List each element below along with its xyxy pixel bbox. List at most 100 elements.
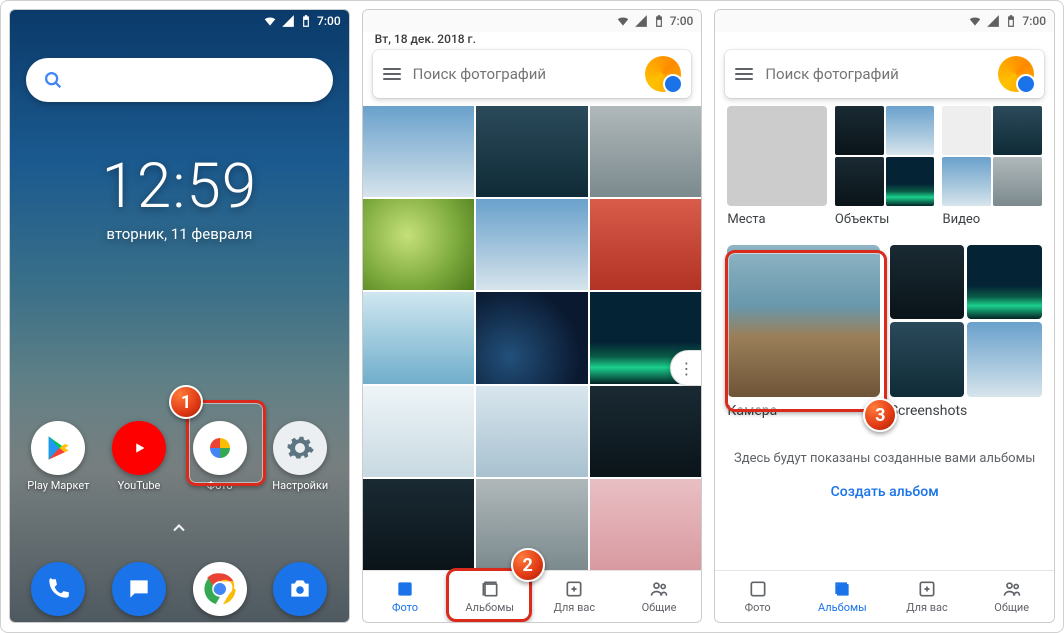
- search-bar[interactable]: Поиск фотографий: [725, 50, 1044, 98]
- app-label: Настройки: [272, 479, 328, 492]
- dock-camera[interactable]: [264, 562, 336, 616]
- dock-chrome[interactable]: [184, 562, 256, 616]
- category-label: Объекты: [835, 212, 935, 227]
- photo-thumbnail[interactable]: [476, 386, 588, 477]
- fast-scroll-handle[interactable]: ⋮: [670, 350, 702, 386]
- nav-albums[interactable]: Альбомы: [800, 571, 885, 622]
- nav-label: Общие: [994, 601, 1029, 614]
- category-row: Места Объекты Видео: [727, 106, 1042, 227]
- nav-photos[interactable]: Фото: [363, 571, 448, 622]
- album-label: Камера: [727, 403, 879, 419]
- nav-shared[interactable]: Общие: [617, 571, 702, 622]
- photo-thumbnail[interactable]: [363, 292, 475, 383]
- nav-label: Альбомы: [818, 601, 867, 614]
- signal-icon: [634, 14, 648, 28]
- messages-icon: [112, 562, 166, 616]
- photo-thumbnail[interactable]: [363, 386, 475, 477]
- nav-albums[interactable]: Альбомы: [447, 571, 532, 622]
- screen-home: 7:00 12:59 вторник, 11 февраля Play Марк…: [9, 9, 350, 623]
- nav-foryou[interactable]: Для вас: [532, 571, 617, 622]
- signal-icon: [281, 14, 295, 28]
- screen-photos-albums: 7:00 Поиск фотографий Места Объекты: [714, 9, 1055, 623]
- albums-icon: [480, 579, 500, 599]
- status-bar: 7:00: [715, 10, 1054, 32]
- dock-phone[interactable]: [22, 562, 94, 616]
- app-label: Play Маркет: [27, 479, 89, 492]
- app-photos[interactable]: Фото: [184, 421, 256, 492]
- status-time: 7:00: [317, 14, 341, 28]
- nav-photos[interactable]: Фото: [715, 571, 800, 622]
- menu-icon[interactable]: [383, 68, 401, 80]
- signal-icon: [986, 14, 1000, 28]
- google-search-bar[interactable]: [26, 58, 333, 102]
- status-time: 7:00: [1022, 14, 1046, 28]
- album-cover: [727, 245, 879, 397]
- chrome-icon: [193, 562, 247, 616]
- clock-widget[interactable]: 12:59 вторник, 11 февраля: [10, 150, 349, 243]
- battery-icon: [299, 14, 313, 28]
- nav-shared[interactable]: Общие: [969, 571, 1054, 622]
- photo-thumbnail[interactable]: [363, 199, 475, 290]
- search-placeholder: Поиск фотографий: [413, 65, 634, 83]
- camera-icon: [273, 562, 327, 616]
- bottom-nav: Фото Альбомы Для вас Общие: [715, 570, 1054, 622]
- app-settings[interactable]: Настройки: [264, 421, 336, 492]
- status-bar: 7:00: [363, 10, 702, 32]
- album-cover: [890, 245, 1042, 397]
- category-videos[interactable]: Видео: [942, 106, 1042, 227]
- photo-thumbnail[interactable]: [476, 106, 588, 197]
- category-places[interactable]: Места: [727, 106, 827, 227]
- search-bar[interactable]: Поиск фотографий: [373, 50, 692, 98]
- foryou-icon: [564, 579, 584, 599]
- photo-thumbnail[interactable]: [590, 199, 702, 290]
- search-icon: [42, 69, 64, 91]
- create-album-button[interactable]: Создать альбом: [727, 484, 1042, 500]
- nav-label: Альбомы: [465, 601, 514, 614]
- photo-thumbnail[interactable]: [590, 386, 702, 477]
- nav-label: Фото: [392, 601, 418, 614]
- photo-thumbnail[interactable]: [476, 199, 588, 290]
- album-screenshots[interactable]: Screenshots: [890, 245, 1042, 419]
- nav-label: Для вас: [906, 601, 948, 614]
- app-play-store[interactable]: Play Маркет: [22, 421, 94, 492]
- battery-icon: [652, 14, 666, 28]
- photo-thumbnail[interactable]: [590, 479, 702, 570]
- dock-messages[interactable]: [103, 562, 175, 616]
- date-section-header: Вт, 18 дек. 2018 г.: [375, 32, 476, 46]
- photos-icon: [748, 579, 768, 599]
- nav-foryou[interactable]: Для вас: [885, 571, 970, 622]
- photo-thumbnail[interactable]: [476, 292, 588, 383]
- category-label: Видео: [942, 212, 1042, 227]
- battery-icon: [1004, 14, 1018, 28]
- category-things[interactable]: Объекты: [835, 106, 935, 227]
- app-label: Фото: [207, 479, 233, 492]
- photo-thumbnail[interactable]: [363, 106, 475, 197]
- albums-body: Места Объекты Видео Камера: [715, 106, 1054, 570]
- app-row: Play Маркет YouTube Фото Настройки: [10, 421, 349, 492]
- device-albums-row: Камера Screenshots: [727, 245, 1042, 419]
- bottom-nav: Фото Альбомы Для вас Общие: [363, 570, 702, 622]
- album-label: Screenshots: [890, 403, 1042, 419]
- dock: [10, 562, 349, 616]
- photo-thumbnail[interactable]: [590, 106, 702, 197]
- category-label: Места: [727, 212, 827, 227]
- account-avatar[interactable]: [645, 56, 681, 92]
- clock-date: вторник, 11 февраля: [10, 225, 349, 243]
- photo-thumbnail[interactable]: [476, 479, 588, 570]
- play-store-icon: [31, 421, 85, 475]
- album-camera[interactable]: Камера: [727, 245, 879, 419]
- shared-icon: [1002, 579, 1022, 599]
- chevron-up-icon[interactable]: [169, 518, 189, 542]
- phone-icon: [31, 562, 85, 616]
- albums-icon: [832, 579, 852, 599]
- status-bar: 7:00: [10, 10, 349, 32]
- app-youtube[interactable]: YouTube: [103, 421, 175, 492]
- search-placeholder: Поиск фотографий: [765, 65, 986, 83]
- youtube-icon: [112, 421, 166, 475]
- foryou-icon: [917, 579, 937, 599]
- nav-label: Фото: [745, 601, 771, 614]
- photo-thumbnail[interactable]: [363, 479, 475, 570]
- screen-photos-grid: 7:00 Вт, 18 дек. 2018 г. Поиск фотографи…: [362, 9, 703, 623]
- menu-icon[interactable]: [735, 68, 753, 80]
- account-avatar[interactable]: [998, 56, 1034, 92]
